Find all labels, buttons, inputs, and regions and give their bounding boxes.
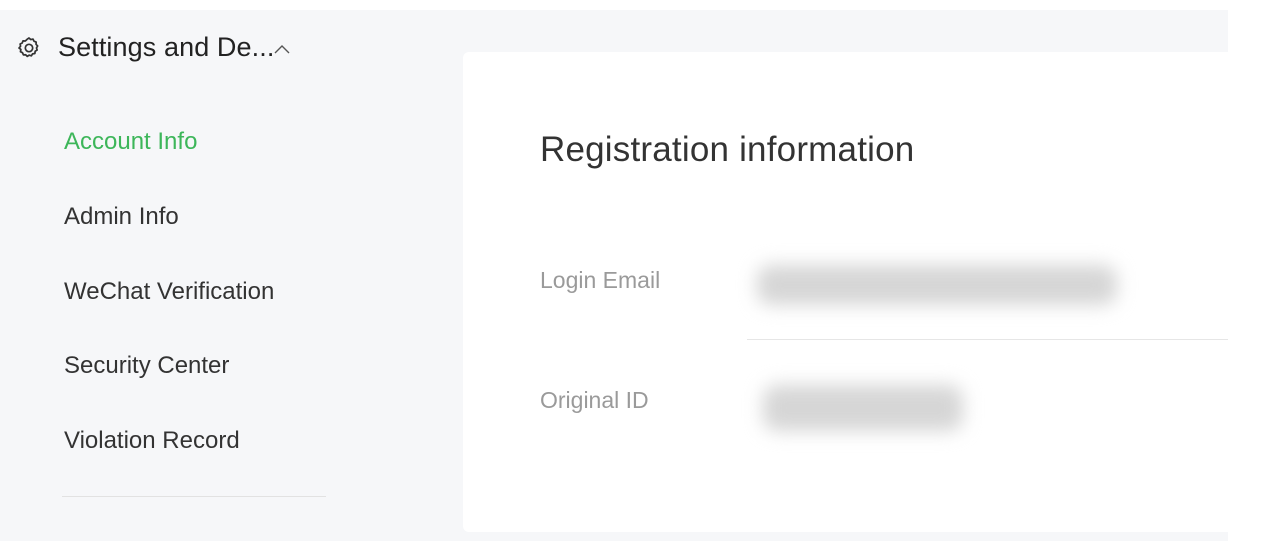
- menu-divider: [62, 496, 326, 497]
- gear-icon: [14, 33, 44, 63]
- original-id-label: Original ID: [540, 387, 649, 413]
- settings-menu: Account Info Admin Info WeChat Verificat…: [64, 120, 274, 494]
- chevron-up-icon[interactable]: [272, 40, 294, 58]
- registration-card: Registration information Login Email Ori…: [463, 52, 1228, 532]
- original-id-value-redacted: [763, 385, 963, 431]
- menu-item-wechat-verification[interactable]: WeChat Verification: [64, 270, 274, 345]
- menu-item-admin-info[interactable]: Admin Info: [64, 195, 274, 270]
- app-frame: Settings and De... Account Info Admin In…: [0, 10, 1228, 541]
- menu-item-violation-record[interactable]: Violation Record: [64, 419, 274, 494]
- settings-section-header[interactable]: Settings and De...: [14, 32, 294, 63]
- page-title: Registration information: [540, 130, 915, 169]
- field-divider: [747, 339, 1228, 340]
- login-email-label: Login Email: [540, 267, 661, 293]
- menu-item-security-center[interactable]: Security Center: [64, 344, 274, 419]
- login-email-value-redacted: [757, 265, 1117, 305]
- menu-item-account-info[interactable]: Account Info: [64, 120, 274, 195]
- settings-section-title: Settings and De...: [58, 32, 275, 62]
